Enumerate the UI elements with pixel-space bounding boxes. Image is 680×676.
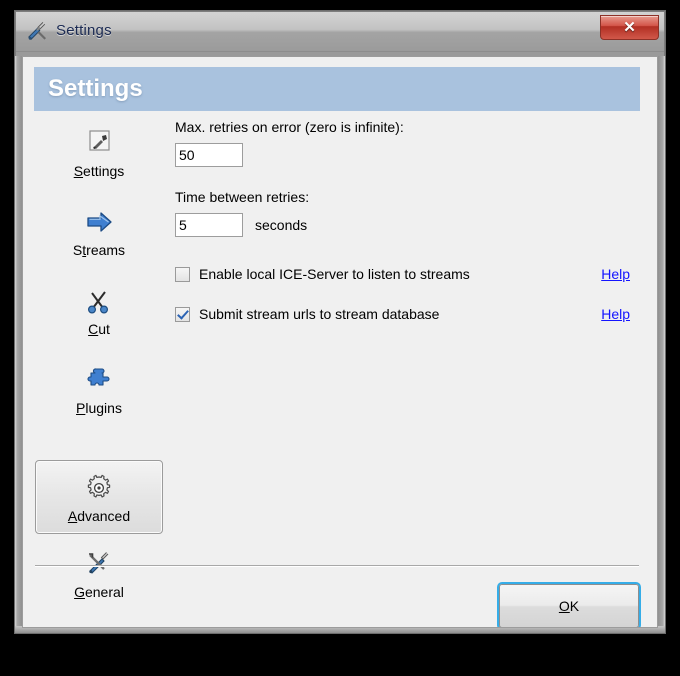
window-frame-right [658,56,665,628]
close-button[interactable]: ✕ [600,15,659,40]
sidebar: Settings Streams Cut Plugins Advanced Ge… [33,123,167,603]
submit-urls-row: Submit stream urls to stream database He… [175,306,630,322]
submit-urls-checkbox[interactable] [175,306,190,322]
ice-server-checkbox[interactable] [175,266,190,282]
page-header-banner: Settings [34,67,640,111]
settings-form: Max. retries on error (zero is infinite)… [175,119,645,322]
sidebar-item-label: General [74,584,124,600]
ice-server-label: Enable local ICE-Server to listen to str… [199,266,470,282]
sidebar-item-label: Cut [88,321,110,337]
sidebar-item-label: Settings [73,163,125,179]
footer-separator [35,565,639,567]
sidebar-item-label: Advanced [67,507,131,524]
wrench-framed-icon [84,128,114,158]
sidebar-item-cut[interactable]: Cut [35,281,163,340]
max-retries-input[interactable] [175,143,243,167]
scissors-icon [84,286,114,316]
close-icon: ✕ [623,19,636,36]
ice-server-row: Enable local ICE-Server to listen to str… [175,266,630,282]
puzzle-piece-icon [84,365,114,395]
time-between-retries-label: Time between retries: [175,189,310,205]
sidebar-item-label: Plugins [76,400,122,416]
sidebar-item-settings[interactable]: Settings [35,123,163,182]
sidebar-item-streams[interactable]: Streams [35,202,163,261]
arrow-right-icon [84,207,114,237]
page-title: Settings [48,75,143,102]
submit-urls-help-link[interactable]: Help [601,306,630,322]
gear-icon [84,473,114,503]
dialog-client-area: Settings Settings Streams Cut Plugins Ad… [22,56,658,628]
window-title: Settings [56,22,112,39]
ok-button-label: OK [558,598,580,614]
sidebar-item-plugins[interactable]: Plugins [35,360,163,419]
window-frame-left [15,56,22,628]
tools-crossed-icon [84,549,114,579]
sidebar-item-label: Streams [72,242,126,258]
sidebar-item-advanced[interactable]: Advanced [35,460,163,534]
time-between-retries-input[interactable] [175,213,243,237]
time-between-retries-field-group: Time between retries: seconds [175,189,645,237]
submit-urls-label: Submit stream urls to stream database [199,306,440,322]
title-bar[interactable]: Settings ✕ [16,12,664,52]
settings-window: Settings ✕ Settings Settings Streams Cut… [14,10,666,634]
ice-server-help-link[interactable]: Help [601,266,630,282]
sidebar-item-general[interactable]: General [35,544,163,603]
max-retries-label: Max. retries on error (zero is infinite)… [175,119,404,135]
ok-button[interactable]: OK [499,584,639,627]
seconds-unit-label: seconds [255,217,308,233]
max-retries-field-group: Max. retries on error (zero is infinite)… [175,119,645,167]
tools-icon [26,21,48,43]
